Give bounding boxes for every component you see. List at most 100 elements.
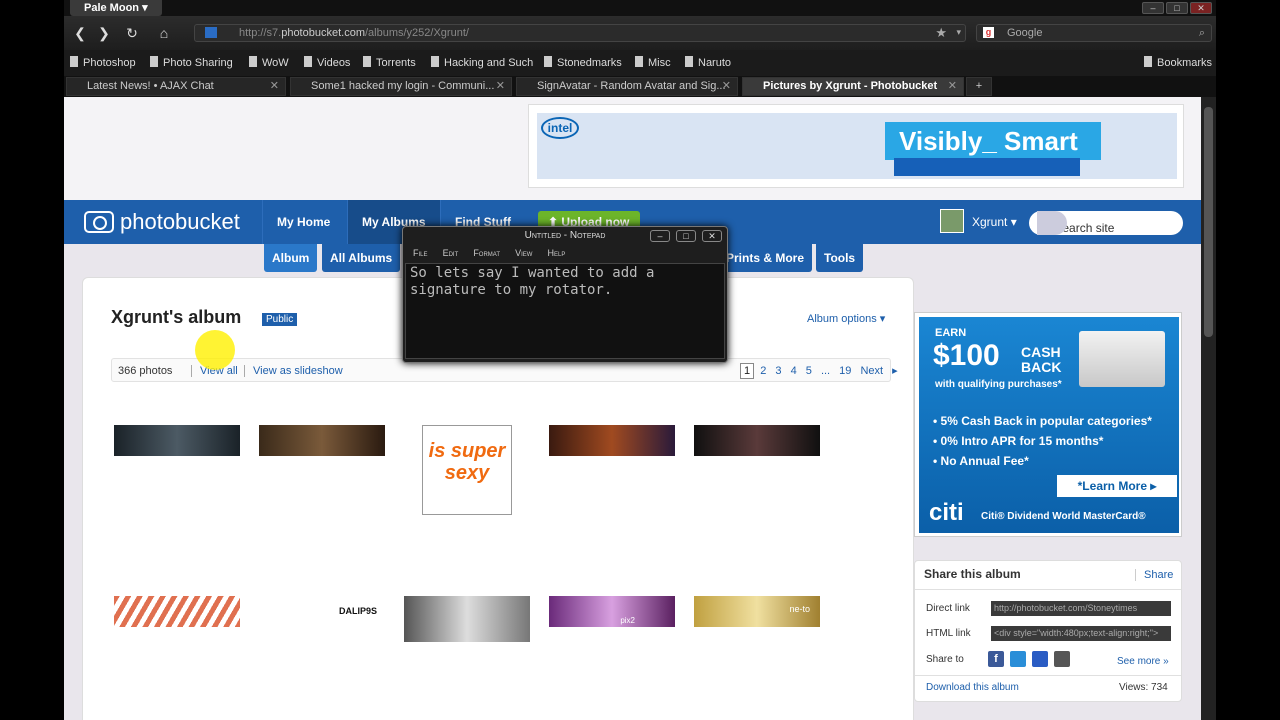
bookmark-naruto[interactable]: Naruto <box>685 56 731 69</box>
reload-icon[interactable]: ↻ <box>120 22 144 44</box>
app-menu-button[interactable]: Pale Moon ▾ <box>70 0 162 16</box>
next-arrow-icon[interactable]: ▸ <box>889 363 901 378</box>
tab-bar: Latest News! • AJAX Chat ✕ Some1 hacked m… <box>64 76 1216 97</box>
bookmark-wow[interactable]: WoW <box>249 56 289 69</box>
bookmarks-menu[interactable]: Bookmarks <box>1144 56 1212 69</box>
intel-ad-banner: intel Visibly_ Smart <box>537 113 1177 179</box>
page-scrollbar[interactable] <box>1201 97 1216 720</box>
twitter-icon[interactable] <box>1010 651 1026 667</box>
subtab-prints[interactable]: Prints & More <box>718 244 813 272</box>
credit-card-image <box>1079 331 1165 387</box>
next-page-link[interactable]: Next <box>857 364 886 378</box>
share-link[interactable]: Share <box>1135 569 1173 581</box>
ad-cashback: CASH BACK <box>1021 344 1062 375</box>
folder-icon <box>70 56 78 67</box>
tab-ajax-chat[interactable]: Latest News! • AJAX Chat ✕ <box>66 77 286 96</box>
facebook-icon[interactable]: f <box>988 651 1004 667</box>
page-2[interactable]: 2 <box>757 364 769 378</box>
photo-thumbnail[interactable]: ne-to <box>694 596 820 627</box>
folder-icon <box>635 56 643 67</box>
home-icon[interactable]: ⌂ <box>152 22 176 44</box>
page-19[interactable]: 19 <box>836 364 854 378</box>
page-4[interactable]: 4 <box>788 364 800 378</box>
bookmark-hacking[interactable]: Hacking and Such <box>431 56 533 69</box>
folder-icon <box>544 56 552 67</box>
user-menu[interactable]: Xgrunt ▾ <box>972 215 1017 229</box>
bookmark-stonedmarks[interactable]: Stonedmarks <box>544 56 622 69</box>
search-engine-box[interactable]: g Google ⌕ <box>976 24 1212 42</box>
photo-thumbnail[interactable] <box>404 596 530 642</box>
navigation-toolbar: ❮ ❯ ↻ ⌂ http://s7.photobucket.com/albums… <box>64 16 1216 50</box>
photo-thumbnail[interactable] <box>114 425 240 456</box>
close-icon[interactable]: ✕ <box>702 230 722 242</box>
maximize-icon[interactable]: □ <box>676 230 696 242</box>
web-page: intel Visibly_ Smart photobucket My Home… <box>64 97 1201 720</box>
bookmark-photo-sharing[interactable]: Photo Sharing <box>150 56 233 69</box>
nav-my-home[interactable]: My Home <box>262 200 344 244</box>
close-tab-icon[interactable]: ✕ <box>270 78 279 95</box>
url-dropdown-icon[interactable]: ▾ <box>956 27 961 38</box>
menu-format[interactable]: Format <box>473 248 500 258</box>
learn-more-button[interactable]: *Learn More ▸ <box>1057 475 1177 497</box>
see-more-link[interactable]: See more » <box>1117 656 1169 667</box>
search-go-button[interactable] <box>1037 211 1067 235</box>
tab-photobucket[interactable]: Pictures by Xgrunt - Photobucket ✕ <box>742 77 964 96</box>
close-tab-icon[interactable]: ✕ <box>496 78 505 95</box>
page-5[interactable]: 5 <box>803 364 815 378</box>
status-badge: Public <box>262 313 298 326</box>
bookmark-photoshop[interactable]: Photoshop <box>70 56 136 69</box>
photo-thumbnail[interactable] <box>549 425 675 456</box>
subtab-all-albums[interactable]: All Albums <box>322 244 401 272</box>
site-search-input[interactable]: ⌕ ▾ Search site <box>1029 211 1183 235</box>
close-window-button[interactable]: ✕ <box>1190 2 1212 14</box>
bookmark-videos[interactable]: Videos <box>304 56 350 69</box>
photo-thumbnail[interactable]: pix2 <box>549 596 675 627</box>
bookmark-star-icon[interactable]: ★ <box>935 25 947 41</box>
photobucket-logo[interactable]: photobucket <box>84 210 240 234</box>
ad-bullets: • 5% Cash Back in popular categories* • … <box>933 414 1152 468</box>
subtab-album[interactable]: Album <box>264 244 318 272</box>
album-options-menu[interactable]: Album options ▾ <box>807 312 885 325</box>
photo-thumbnail[interactable] <box>694 425 820 456</box>
notepad-text-area[interactable]: So lets say I wanted to add a signature … <box>405 263 725 359</box>
menu-view[interactable]: View <box>515 248 532 258</box>
intel-slogan: Visibly_ Smart <box>885 122 1101 160</box>
intel-ad[interactable]: intel Visibly_ Smart <box>528 104 1184 188</box>
direct-link-field[interactable]: http://photobucket.com/Stoneytimes <box>991 601 1171 616</box>
search-icon[interactable]: ⌕ <box>1199 25 1205 41</box>
bookmark-torrents[interactable]: Torrents <box>363 56 416 69</box>
page-1[interactable]: 1 <box>740 363 755 379</box>
citi-ad[interactable]: EARN $100 CASH BACK with qualifying purc… <box>914 312 1182 537</box>
bookmark-misc[interactable]: Misc <box>635 56 671 69</box>
back-icon[interactable]: ❮ <box>68 22 92 44</box>
url-bar[interactable]: http://s7.photobucket.com/albums/y252/Xg… <box>194 24 966 42</box>
download-album-link[interactable]: Download this album <box>926 682 1019 693</box>
forward-icon[interactable]: ❯ <box>92 22 116 44</box>
subtab-tools[interactable]: Tools <box>816 244 864 272</box>
myspace-icon[interactable] <box>1032 651 1048 667</box>
new-tab-button[interactable]: + <box>966 77 992 96</box>
minimize-button[interactable]: – <box>1142 2 1164 14</box>
ad-amount: $100 <box>933 339 1000 372</box>
photo-thumbnail[interactable] <box>114 596 240 627</box>
menu-edit[interactable]: Edit <box>443 248 459 258</box>
tab-hacked-login[interactable]: Some1 hacked my login - Communi... ✕ <box>290 77 512 96</box>
email-icon[interactable] <box>1054 651 1070 667</box>
menu-help[interactable]: Help <box>548 248 566 258</box>
menu-file[interactable]: File <box>413 248 428 258</box>
page-3[interactable]: 3 <box>772 364 784 378</box>
close-tab-icon[interactable]: ✕ <box>722 78 731 95</box>
scrollbar-thumb[interactable] <box>1204 107 1213 337</box>
google-icon[interactable]: g <box>983 27 994 38</box>
notepad-window[interactable]: Untitled - Notepad – □ ✕ File Edit Forma… <box>402 226 728 363</box>
photo-thumbnail[interactable] <box>259 425 385 456</box>
tab-signavatar[interactable]: SignAvatar - Random Avatar and Sig... ✕ <box>516 77 738 96</box>
avatar[interactable] <box>940 209 964 233</box>
html-link-field[interactable]: <div style="width:480px;text-align:right… <box>991 626 1171 641</box>
minimize-icon[interactable]: – <box>650 230 670 242</box>
close-tab-icon[interactable]: ✕ <box>948 78 957 95</box>
photo-thumbnail[interactable]: DALIP9S <box>259 596 385 627</box>
slideshow-link[interactable]: View as slideshow <box>244 365 343 377</box>
maximize-button[interactable]: □ <box>1166 2 1188 14</box>
photo-thumbnail[interactable]: is super sexy <box>422 425 512 515</box>
